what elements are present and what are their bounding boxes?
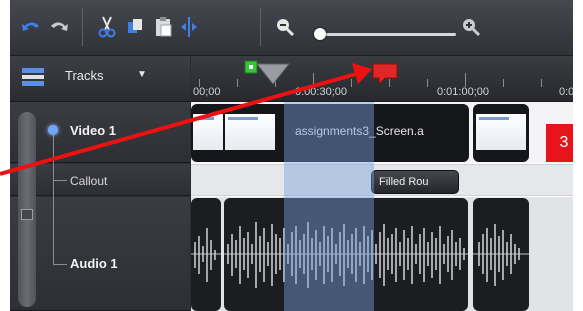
- track-active-dot-icon: [48, 125, 58, 135]
- zoom-slider-handle[interactable]: [314, 28, 326, 40]
- zoom-in-icon[interactable]: [458, 14, 484, 40]
- ruler-tick: [503, 79, 504, 87]
- audio-waveform: [473, 224, 529, 286]
- paste-icon[interactable]: [150, 14, 176, 40]
- clip-thumbnail: [476, 114, 526, 150]
- ruler-time-label: 0:01:00;00: [437, 86, 489, 98]
- toolbar-divider: [260, 8, 261, 46]
- ruler-tick: [313, 73, 314, 87]
- audio-waveform: [191, 228, 221, 282]
- ruler-tick: [427, 79, 428, 87]
- audio-clip[interactable]: [191, 198, 221, 311]
- track-name-callout: Callout: [70, 174, 108, 188]
- redo-icon[interactable]: [46, 14, 72, 40]
- timeline-editor: Tracks ▼ 00;00 0:00:30;00 0:01:00;00 0:0: [10, 0, 573, 311]
- timeline-ruler[interactable]: 00;00 0:00:30;00 0:01:00;00 0:0: [191, 56, 573, 102]
- track-labels-column: Video 1 Callout Audio 1: [10, 102, 190, 311]
- ruler-time-label: 0:00:30;00: [295, 86, 347, 98]
- audio-clip[interactable]: [473, 198, 529, 311]
- ruler-tick: [465, 73, 466, 87]
- track-tree-line: [53, 264, 67, 265]
- playhead-handle[interactable]: [243, 60, 291, 88]
- selection-end-marker[interactable]: [371, 62, 399, 86]
- track-tree-line: [53, 180, 67, 181]
- copy-icon[interactable]: [122, 14, 148, 40]
- ruler-tick: [541, 79, 542, 87]
- zoom-out-icon[interactable]: [272, 14, 298, 40]
- tracks-menu-label[interactable]: Tracks: [65, 68, 104, 83]
- clip-thumbnail: [225, 114, 275, 150]
- annotation-badge: 3: [546, 124, 573, 162]
- track-name-video: Video 1: [70, 123, 117, 138]
- cut-icon[interactable]: [94, 14, 120, 40]
- track-tree-line: [53, 132, 54, 265]
- split-icon[interactable]: [176, 14, 202, 40]
- ruler-time-label: 00;00: [193, 86, 221, 98]
- ruler-tick: [237, 79, 238, 87]
- ruler-tick: [351, 79, 352, 87]
- callout-clip[interactable]: Filled Rou: [371, 170, 459, 194]
- zoom-slider-track[interactable]: [316, 33, 456, 36]
- timeline-lanes[interactable]: assignments3_Screen.a Filled Rou: [191, 102, 573, 311]
- track-row-audio[interactable]: [10, 197, 190, 311]
- undo-icon[interactable]: [18, 14, 44, 40]
- lock-icon[interactable]: [21, 209, 33, 220]
- clip-thumbnail: [193, 114, 223, 150]
- timeline-toolbar: [10, 0, 573, 56]
- tracks-menu-icon[interactable]: [22, 67, 44, 87]
- track-name-audio: Audio 1: [70, 256, 118, 271]
- timeline-selection[interactable]: [284, 102, 374, 311]
- ruler-time-label: 0:0: [559, 86, 573, 98]
- callout-clip-label: Filled Rou: [379, 176, 429, 188]
- toolbar-divider: [82, 8, 83, 46]
- chevron-down-icon[interactable]: ▼: [137, 69, 147, 80]
- tracks-header: Tracks ▼: [10, 56, 190, 102]
- video-clip[interactable]: [473, 104, 529, 162]
